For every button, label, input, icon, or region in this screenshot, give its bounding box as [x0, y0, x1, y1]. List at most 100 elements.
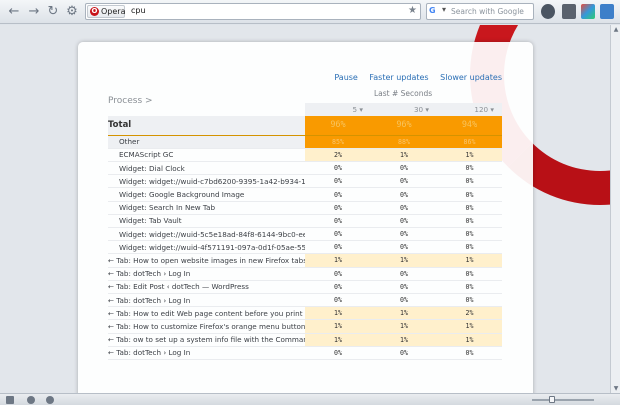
process-name: ← Tab: dotTech › Log In	[108, 346, 305, 360]
process-name: Widget: Tab Vault	[108, 214, 305, 229]
address-text[interactable]: cpu	[131, 6, 146, 15]
cpu-value: 0%	[305, 227, 371, 242]
tab-vault-icon[interactable]	[600, 4, 614, 19]
cpu-value: 0%	[371, 346, 437, 360]
zoom-slider-track[interactable]	[532, 399, 594, 401]
cpu-value: 0%	[371, 161, 437, 176]
process-name: ← Tab: dotTech › Log In	[108, 293, 305, 308]
table-row: Widget: widget://wuid-4f571191-097a-0d1f…	[108, 240, 502, 255]
google-logo-icon: G	[429, 6, 436, 15]
search-field[interactable]: G ▾ Search with Google	[426, 3, 534, 20]
scroll-up-arrow-icon[interactable]: ▲	[612, 26, 620, 33]
column-30s[interactable]: 30 ▾	[371, 103, 437, 117]
table-row: Widget: widget://wuid-5c5e18ad-84f8-6144…	[108, 227, 502, 242]
search-engine-dropdown-icon[interactable]: ▾	[442, 5, 446, 14]
cpu-value: 94%	[437, 116, 502, 136]
cpu-value: 0%	[437, 293, 502, 308]
cpu-value: 96%	[305, 116, 371, 136]
column-5s[interactable]: 5 ▾	[305, 103, 371, 117]
cpu-value: 0%	[437, 267, 502, 281]
cpu-value: 0%	[305, 293, 371, 308]
cpu-usage-panel: Pause Faster updates Slower updates Last…	[78, 42, 533, 393]
faster-updates-link[interactable]: Faster updates	[369, 73, 428, 82]
cpu-value: 0%	[305, 161, 371, 176]
table-row: Widget: Google Background Image 0% 0% 0%	[108, 187, 502, 202]
cpu-value: 0%	[437, 174, 502, 189]
process-name: Widget: Dial Clock	[108, 161, 305, 176]
forward-arrow-icon[interactable]: →	[26, 4, 42, 20]
pause-link[interactable]: Pause	[334, 73, 358, 82]
table-row: ← Tab: ow to set up a system info file w…	[108, 333, 502, 347]
opera-logo-icon: O	[90, 7, 99, 16]
status-bar	[0, 393, 620, 405]
process-name: ← Tab: How to customize Firefox's orange…	[108, 319, 305, 334]
cpu-value: 0%	[371, 201, 437, 215]
process-name: Widget: Google Background Image	[108, 187, 305, 202]
table-row: ← Tab: dotTech › Log In 0% 0% 0%	[108, 346, 502, 360]
search-placeholder[interactable]: Search with Google	[451, 7, 524, 16]
extension-icon[interactable]	[541, 4, 555, 19]
cpu-value: 0%	[371, 267, 437, 281]
cpu-value: 0%	[371, 214, 437, 229]
cpu-value: 1%	[305, 253, 371, 268]
key-icon[interactable]: ⚙	[64, 4, 80, 20]
bookmark-star-icon[interactable]: ★	[408, 5, 417, 16]
table-row: Total 96% 96% 94%	[108, 116, 502, 136]
cpu-value: 0%	[371, 293, 437, 308]
cpu-value: 85%	[305, 135, 371, 149]
cpu-value: 88%	[371, 135, 437, 149]
table-header-row: 5 ▾ 30 ▾ 120 ▾	[108, 103, 502, 117]
control-links: Pause Faster updates Slower updates	[325, 73, 502, 82]
process-name: ← Tab: dotTech › Log In	[108, 267, 305, 281]
process-name: Widget: widget://wuid-c7bd6200-9395-1a42…	[108, 174, 305, 189]
cpu-value: 0%	[305, 201, 371, 215]
cpu-value: 0%	[371, 240, 437, 255]
cpu-value: 0%	[305, 267, 371, 281]
cpu-table: 5 ▾ 30 ▾ 120 ▾ Total 96% 96% 94% Other 85% 88%…	[108, 103, 502, 360]
cpu-value: 0%	[371, 187, 437, 202]
cpu-value: 0%	[437, 227, 502, 242]
cpu-value: 0%	[305, 174, 371, 189]
page-viewport: Pause Faster updates Slower updates Last…	[0, 25, 610, 393]
process-name: Widget: widget://wuid-5c5e18ad-84f8-6144…	[108, 227, 305, 242]
process-name: ← Tab: How to open website images in new…	[108, 253, 305, 268]
table-row: Widget: Search In New Tab 0% 0% 0%	[108, 201, 502, 215]
cpu-value: 1%	[305, 333, 371, 347]
process-name: ECMAScript GC	[108, 148, 305, 163]
cpu-value: 1%	[371, 306, 437, 321]
browser-toolbar: ← → ↻ ⚙ O Opera cpu ★ G ▾ Search with Go…	[0, 0, 620, 24]
cpu-value: 1%	[371, 319, 437, 334]
address-bar[interactable]: O Opera cpu ★	[85, 3, 421, 20]
zoom-slider-thumb[interactable]	[549, 396, 555, 403]
cpu-value: 0%	[371, 280, 437, 294]
process-name: Other	[108, 135, 305, 149]
vertical-scrollbar[interactable]: ▲ ▼	[610, 25, 620, 393]
table-row: ← Tab: How to customize Firefox's orange…	[108, 319, 502, 334]
apps-icon[interactable]	[581, 4, 595, 19]
column-120s[interactable]: 120 ▾	[437, 103, 502, 117]
opera-badge[interactable]: O Opera	[87, 5, 126, 18]
cloud-icon[interactable]	[27, 396, 35, 404]
cpu-value: 0%	[437, 280, 502, 294]
scroll-down-arrow-icon[interactable]: ▼	[612, 385, 620, 392]
cpu-value: 86%	[437, 135, 502, 149]
cpu-value: 0%	[371, 174, 437, 189]
table-row: Widget: Dial Clock 0% 0% 0%	[108, 161, 502, 176]
table-row: ← Tab: How to open website images in new…	[108, 253, 502, 268]
mail-icon[interactable]	[562, 4, 576, 19]
speed-dial-icon[interactable]	[46, 396, 54, 404]
process-name: Widget: Search In New Tab	[108, 201, 305, 215]
cpu-value: 1%	[437, 253, 502, 268]
cpu-value: 1%	[371, 333, 437, 347]
cpu-value: 1%	[305, 306, 371, 321]
back-arrow-icon[interactable]: ←	[6, 4, 22, 20]
cpu-value: 0%	[305, 214, 371, 229]
process-name: Widget: widget://wuid-4f571191-097a-0d1f…	[108, 240, 305, 255]
table-row: ← Tab: Edit Post ‹ dotTech — WordPress 0%…	[108, 280, 502, 294]
slower-updates-link[interactable]: Slower updates	[440, 73, 502, 82]
reload-icon[interactable]: ↻	[45, 4, 61, 20]
cpu-value: 1%	[371, 253, 437, 268]
cpu-value: 1%	[437, 148, 502, 163]
panel-toggle-icon[interactable]	[6, 396, 14, 404]
table-row: Other 85% 88% 86%	[108, 135, 502, 149]
